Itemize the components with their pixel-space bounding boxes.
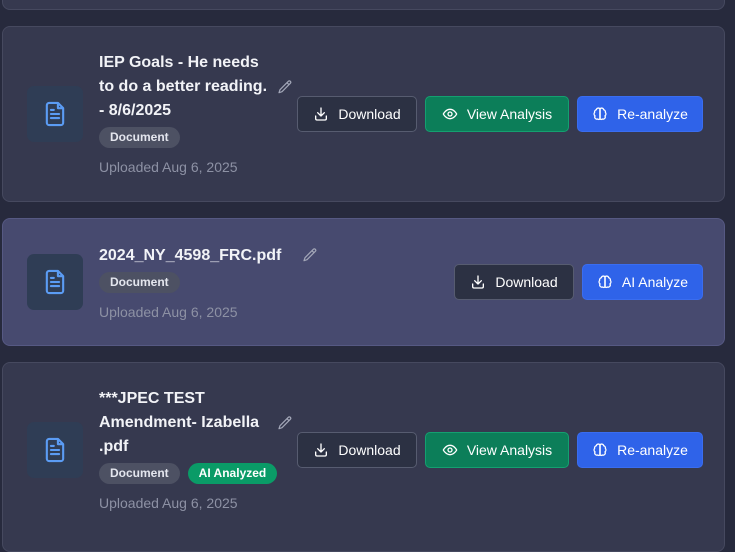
file-title: IEP Goals - He needs to do a better read… <box>99 54 268 119</box>
upload-date: Uploaded Aug 6, 2025 <box>99 495 238 511</box>
download-icon <box>313 442 329 458</box>
badge-group: Document <box>99 272 180 293</box>
file-text-icon <box>27 86 83 142</box>
re-analyze-button-label: Re-analyze <box>617 106 688 122</box>
view-analysis-button[interactable]: View Analysis <box>425 432 569 468</box>
view-analysis-button-label: View Analysis <box>466 442 553 458</box>
file-text-icon <box>27 254 83 310</box>
status-badge-document: Document <box>99 463 180 484</box>
download-icon <box>470 274 486 290</box>
pencil-icon[interactable] <box>277 79 293 95</box>
file-title: 2024_NY_4598_FRC.pdf <box>99 247 282 264</box>
badge-group: Document <box>99 127 180 148</box>
file-card: 2024_NY_4598_FRC.pdf Document Uploaded A… <box>2 218 725 346</box>
brain-icon <box>592 442 608 458</box>
eye-icon <box>442 106 458 122</box>
brain-icon <box>597 274 613 290</box>
status-badge-document: Document <box>99 272 180 293</box>
re-analyze-button[interactable]: Re-analyze <box>577 432 703 468</box>
file-card: ***JPEC TEST Amendment- Izabella .pdf Do… <box>2 362 725 552</box>
upload-date: Uploaded Aug 6, 2025 <box>99 159 238 175</box>
download-button-label: Download <box>338 442 401 458</box>
view-analysis-button-label: View Analysis <box>466 106 553 122</box>
download-button-label: Download <box>495 274 558 290</box>
status-badge-ai-analyzed: AI Analyzed <box>187 463 278 484</box>
download-icon <box>313 106 329 122</box>
ai-analyze-button-label: AI Analyze <box>621 274 689 290</box>
pencil-icon[interactable] <box>277 415 293 431</box>
download-button-label: Download <box>338 106 401 122</box>
ai-analyze-button[interactable]: AI Analyze <box>582 264 703 300</box>
download-button[interactable]: Download <box>297 432 417 468</box>
re-analyze-button[interactable]: Re-analyze <box>577 96 703 132</box>
file-card: IEP Goals - He needs to do a better read… <box>2 26 725 202</box>
status-badge-document: Document <box>99 127 180 148</box>
file-card-partial <box>2 0 725 10</box>
eye-icon <box>442 442 458 458</box>
pencil-icon[interactable] <box>302 247 318 263</box>
badge-group: Document AI Analyzed <box>99 463 278 484</box>
view-analysis-button[interactable]: View Analysis <box>425 96 569 132</box>
upload-date: Uploaded Aug 6, 2025 <box>99 304 238 320</box>
file-title: ***JPEC TEST Amendment- Izabella .pdf <box>99 390 260 455</box>
download-button[interactable]: Download <box>454 264 574 300</box>
brain-icon <box>592 106 608 122</box>
download-button[interactable]: Download <box>297 96 417 132</box>
file-text-icon <box>27 422 83 478</box>
re-analyze-button-label: Re-analyze <box>617 442 688 458</box>
